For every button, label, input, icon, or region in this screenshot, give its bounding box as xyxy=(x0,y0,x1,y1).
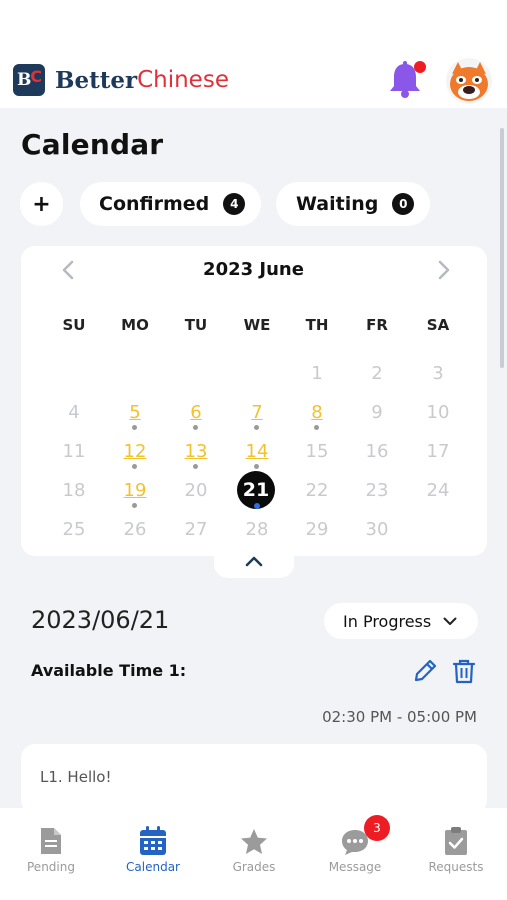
calendar-day[interactable]: 17 xyxy=(418,441,458,463)
status-dropdown[interactable]: In Progress xyxy=(324,603,478,639)
available-time-label: Available Time 1: xyxy=(31,661,187,680)
notification-dot xyxy=(414,61,426,73)
tab-grades-label: Grades xyxy=(232,860,276,874)
calendar-day[interactable]: 25 xyxy=(54,519,94,541)
tab-pending[interactable]: Pending xyxy=(11,824,91,874)
waiting-label: Waiting xyxy=(296,193,379,215)
waiting-count-badge: 0 xyxy=(392,193,415,215)
calendar-day[interactable]: 24 xyxy=(418,480,458,502)
weekday-header: SU xyxy=(62,316,86,334)
time-range: 02:30 PM - 05:00 PM xyxy=(322,708,477,726)
add-button[interactable]: + xyxy=(20,182,63,226)
calendar-day[interactable]: 28 xyxy=(237,519,277,541)
brand-name-chinese: Chinese xyxy=(137,67,229,93)
weekday-header: WE xyxy=(243,316,271,334)
chevron-up-icon xyxy=(245,556,263,567)
tab-requests[interactable]: Requests xyxy=(416,824,496,874)
availability-dot xyxy=(132,503,137,508)
confirmed-label: Confirmed xyxy=(99,193,210,215)
collapse-calendar-button[interactable] xyxy=(214,544,294,578)
calendar-day-available[interactable]: 8 xyxy=(297,402,337,424)
logo-mark: BC xyxy=(13,64,45,96)
confirmed-count-badge: 4 xyxy=(223,193,246,215)
clipboard-check-icon xyxy=(445,827,467,855)
calendar-day-available[interactable]: 14 xyxy=(237,441,277,463)
weekday-header: TH xyxy=(305,316,329,334)
tab-pending-label: Pending xyxy=(27,860,75,874)
status-value: In Progress xyxy=(343,611,432,631)
brand-name-better: Better xyxy=(55,66,138,94)
selected-day-dot xyxy=(254,503,260,509)
calendar-day[interactable]: 9 xyxy=(357,402,397,424)
weekday-header: MO xyxy=(121,316,149,334)
availability-dot xyxy=(132,425,137,430)
document-icon xyxy=(41,828,61,854)
lesson-title: L1. Hello! xyxy=(40,768,112,786)
calendar-day-available[interactable]: 5 xyxy=(115,402,155,424)
calendar-day[interactable]: 4 xyxy=(54,402,94,424)
star-icon xyxy=(241,829,267,854)
calendar-card xyxy=(21,246,487,556)
chevron-down-icon xyxy=(443,617,457,625)
calendar-day[interactable]: 1 xyxy=(297,363,337,385)
trash-icon[interactable] xyxy=(452,658,476,684)
calendar-day[interactable]: 2 xyxy=(357,363,397,385)
page-scrollbar[interactable] xyxy=(500,128,504,368)
availability-dot xyxy=(254,464,259,469)
calendar-day[interactable]: 18 xyxy=(54,480,94,502)
calendar-day-available[interactable]: 7 xyxy=(237,402,277,424)
calendar-day[interactable]: 30 xyxy=(357,519,397,541)
calendar-day[interactable]: 27 xyxy=(176,519,216,541)
calendar-day[interactable]: 15 xyxy=(297,441,337,463)
message-count-badge: 3 xyxy=(364,815,390,841)
tab-calendar[interactable]: Calendar xyxy=(113,824,193,874)
calendar-day[interactable]: 22 xyxy=(297,480,337,502)
page-title: Calendar xyxy=(21,128,164,161)
calendar-day-available[interactable]: 12 xyxy=(115,441,155,463)
pencil-icon[interactable] xyxy=(412,658,438,684)
availability-dot xyxy=(193,464,198,469)
better-chinese-logo[interactable]: BC Better Chinese xyxy=(13,64,229,96)
tab-grades[interactable]: Grades xyxy=(214,824,294,874)
calendar-day[interactable]: 10 xyxy=(418,402,458,424)
tab-requests-label: Requests xyxy=(428,860,484,874)
calendar-day[interactable]: 11 xyxy=(54,441,94,463)
calendar-icon xyxy=(140,826,166,855)
avatar[interactable] xyxy=(446,58,492,104)
add-label: + xyxy=(32,191,51,217)
tab-message-label: Message xyxy=(328,860,382,874)
confirmed-filter[interactable]: Confirmed 4 xyxy=(80,182,261,226)
weekday-header: TU xyxy=(184,316,208,334)
availability-dot xyxy=(314,425,319,430)
selected-date: 2023/06/21 xyxy=(31,606,170,634)
availability-dot xyxy=(132,464,137,469)
waiting-filter[interactable]: Waiting 0 xyxy=(276,182,430,226)
calendar-day[interactable]: 3 xyxy=(418,363,458,385)
calendar-day-available[interactable]: 19 xyxy=(115,480,155,502)
calendar-day-available[interactable]: 13 xyxy=(176,441,216,463)
calendar-day[interactable]: 26 xyxy=(115,519,155,541)
weekday-header: FR xyxy=(366,316,388,334)
weekday-header: SA xyxy=(426,316,450,334)
calendar-day-available[interactable]: 6 xyxy=(176,402,216,424)
calendar-day[interactable]: 23 xyxy=(357,480,397,502)
tab-calendar-label: Calendar xyxy=(126,860,180,874)
calendar-day[interactable]: 29 xyxy=(297,519,337,541)
availability-dot xyxy=(254,425,259,430)
calendar-day[interactable]: 16 xyxy=(357,441,397,463)
availability-dot xyxy=(193,425,198,430)
month-label: 2023 June xyxy=(203,259,304,280)
calendar-day[interactable]: 20 xyxy=(176,480,216,502)
